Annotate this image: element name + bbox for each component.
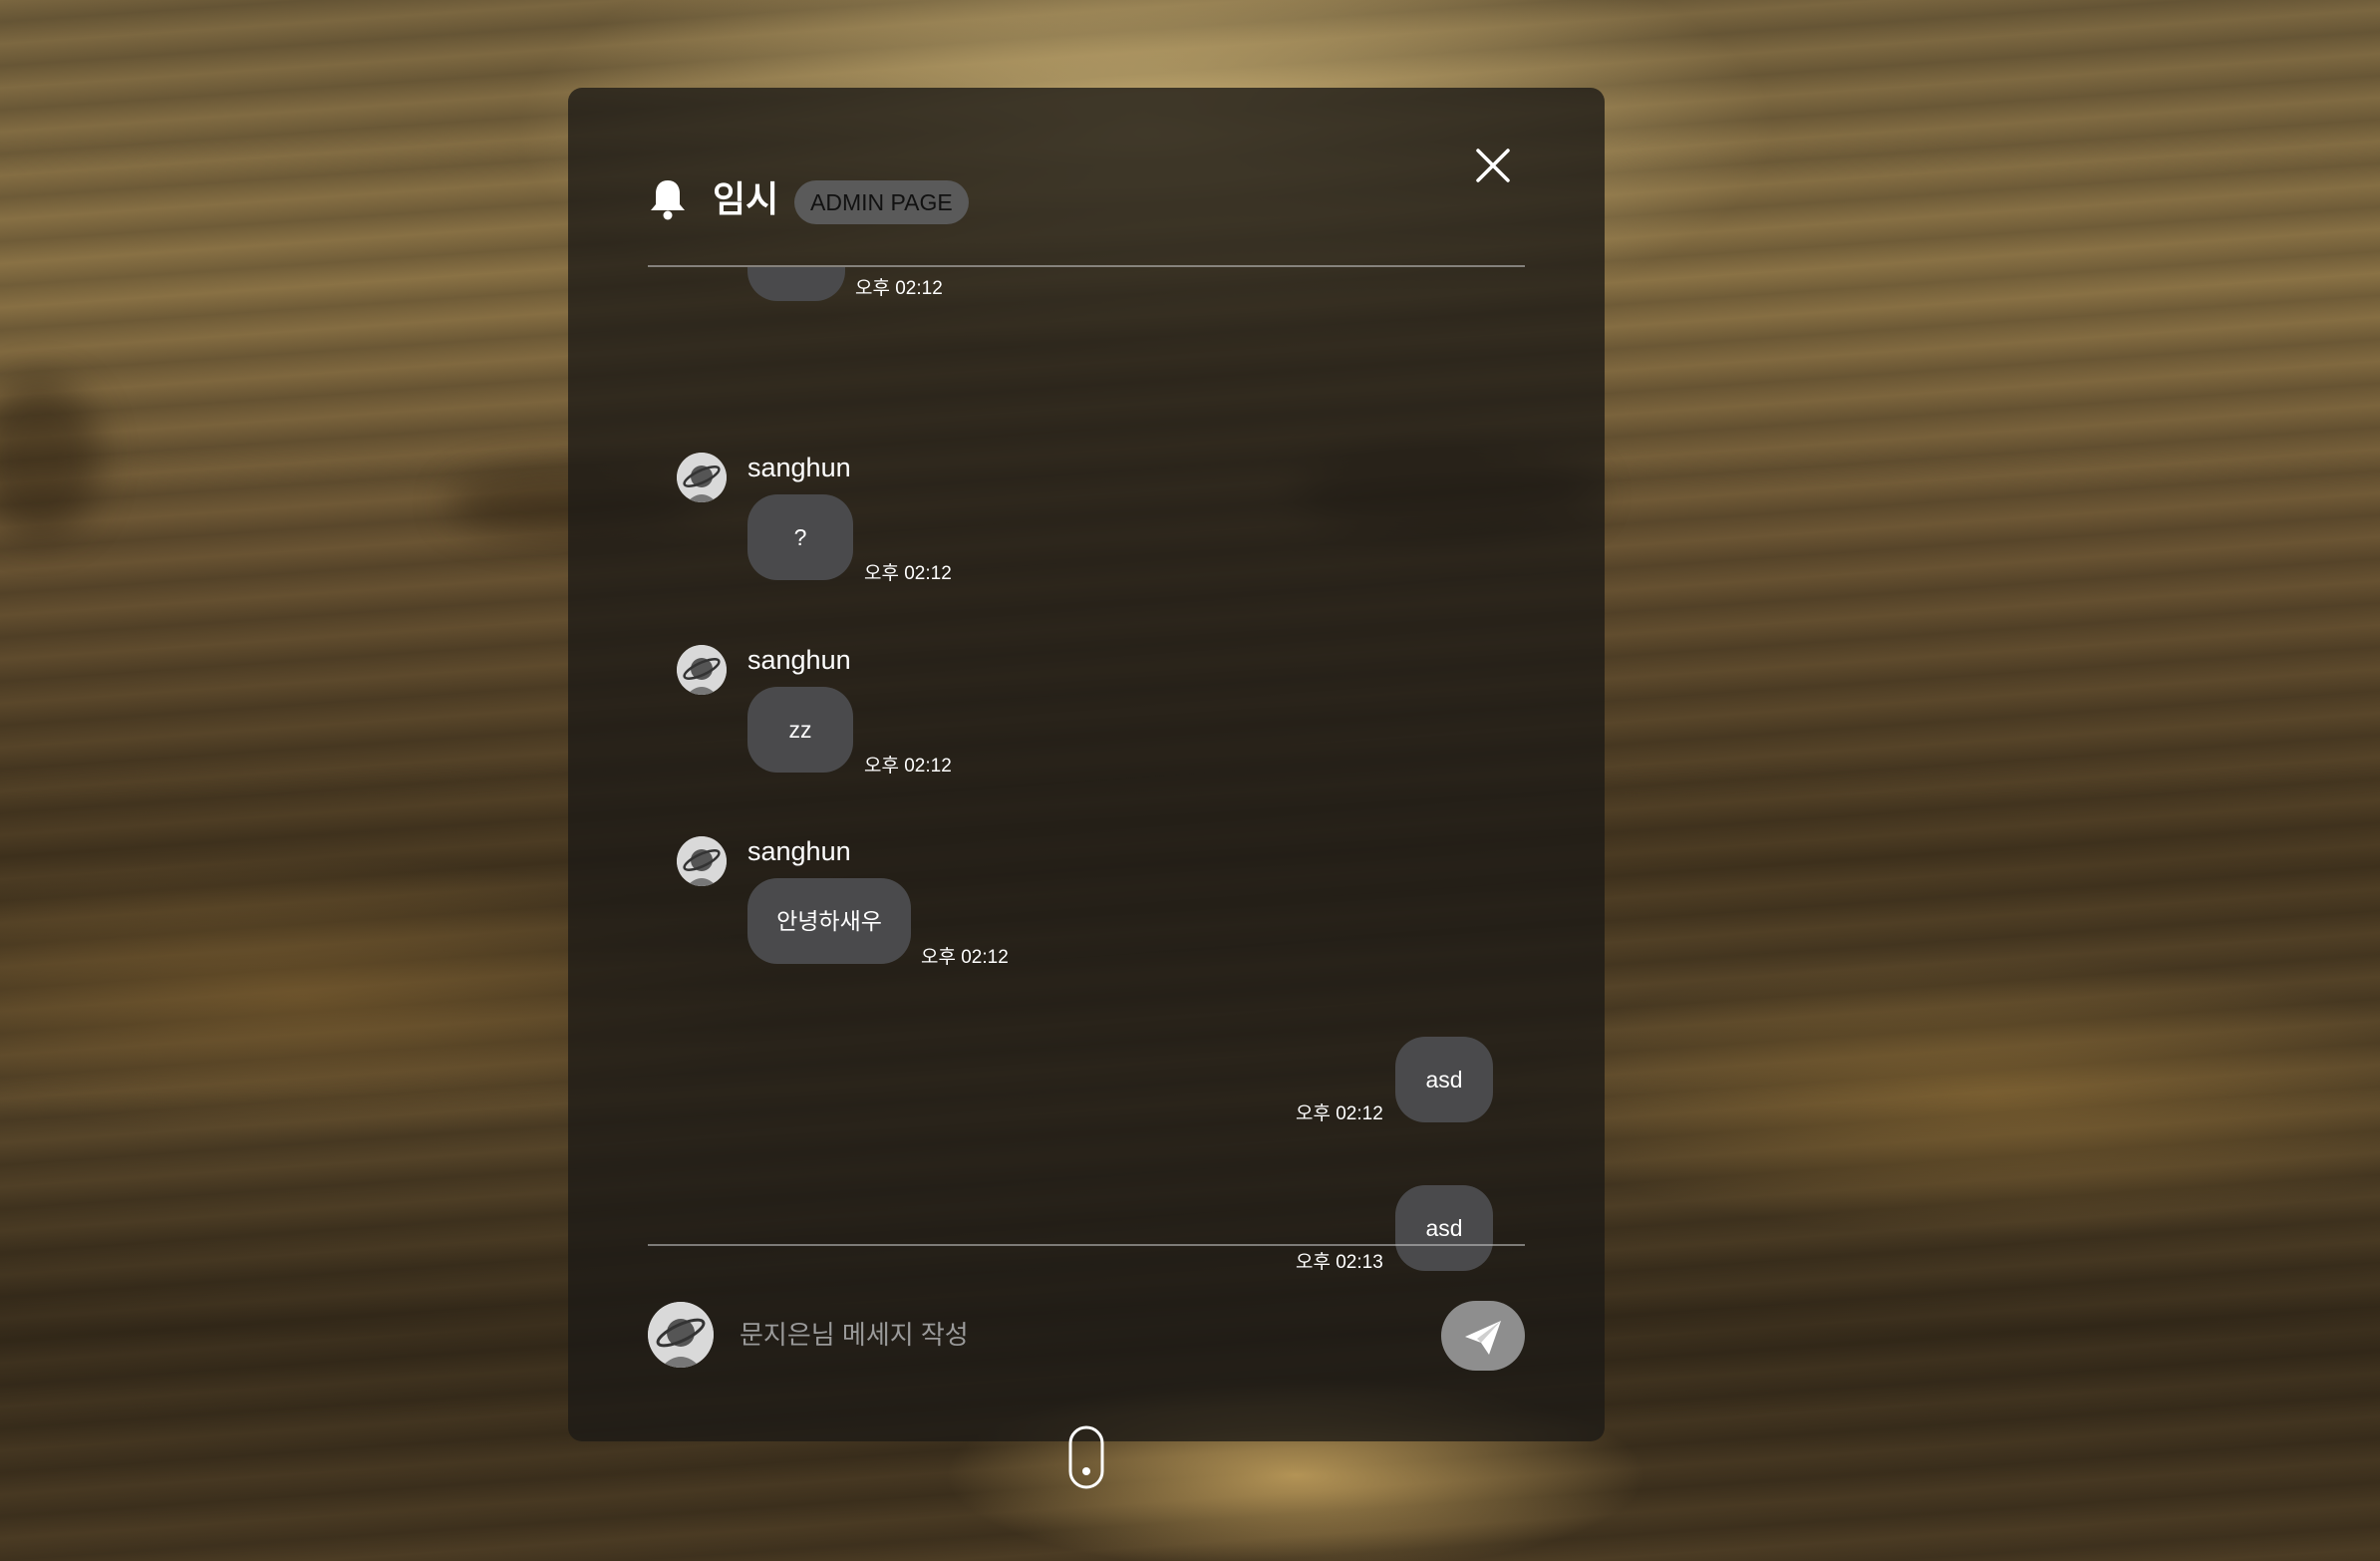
- room-title: 임시: [713, 178, 779, 219]
- paper-plane-icon: [1465, 1321, 1501, 1355]
- close-icon[interactable]: [1475, 148, 1511, 183]
- message-item-sent: 오후 02:12 asd: [568, 1037, 1605, 1136]
- message-time: 오후 02:13: [1296, 1252, 1383, 1273]
- sender-name: sanghun: [747, 836, 851, 866]
- planet-avatar-icon: [677, 645, 727, 695]
- chat-header: 임시 ADMIN PAGE: [648, 173, 1525, 243]
- send-button[interactable]: [1441, 1301, 1525, 1371]
- composer-divider: [648, 1244, 1525, 1246]
- sender-name: sanghun: [747, 645, 851, 675]
- mouse-scroll-icon: [1068, 1425, 1104, 1489]
- bell-icon[interactable]: [648, 177, 688, 221]
- message-time: 오후 02:12: [864, 563, 952, 584]
- message-bubble: 안녕하새우: [747, 878, 911, 964]
- message-list[interactable]: asd 오후 02:12 sanghun ? 오후 02:12: [568, 267, 1605, 1332]
- message-item-sent: 오후 02:13 asd: [568, 1185, 1605, 1285]
- message-item: sanghun zz 오후 02:12: [568, 643, 1605, 782]
- message-bubble: ?: [747, 494, 853, 580]
- planet-avatar-icon: [648, 1302, 714, 1368]
- planet-avatar-icon: [677, 836, 727, 886]
- sender-name: sanghun: [747, 453, 851, 482]
- message-time: 오후 02:12: [921, 947, 1009, 968]
- message-input[interactable]: [738, 1306, 1419, 1364]
- message-time: 오후 02:12: [864, 756, 952, 777]
- my-avatar: [648, 1302, 714, 1368]
- message-bubble: zz: [747, 687, 853, 773]
- message-bubble: asd: [1395, 1185, 1493, 1271]
- message-item: sanghun ? 오후 02:12: [568, 451, 1605, 590]
- planet-avatar-icon: [677, 453, 727, 502]
- message-item: asd 오후 02:12: [568, 267, 1605, 327]
- message-item: sanghun 안녕하새우 오후 02:12: [568, 834, 1605, 974]
- message-composer: [648, 1292, 1525, 1382]
- chat-panel: 임시 ADMIN PAGE asd 오후 02:12 sanghun ?: [568, 88, 1605, 1441]
- message-bubble: asd: [747, 267, 845, 301]
- sender-avatar: [677, 453, 727, 502]
- message-time: 오후 02:12: [1296, 1103, 1383, 1124]
- admin-page-badge[interactable]: ADMIN PAGE: [794, 180, 969, 224]
- message-bubble: asd: [1395, 1037, 1493, 1122]
- message-time: 오후 02:12: [855, 278, 943, 299]
- sender-avatar: [677, 645, 727, 695]
- background-island: [0, 379, 100, 538]
- sender-avatar: [677, 836, 727, 886]
